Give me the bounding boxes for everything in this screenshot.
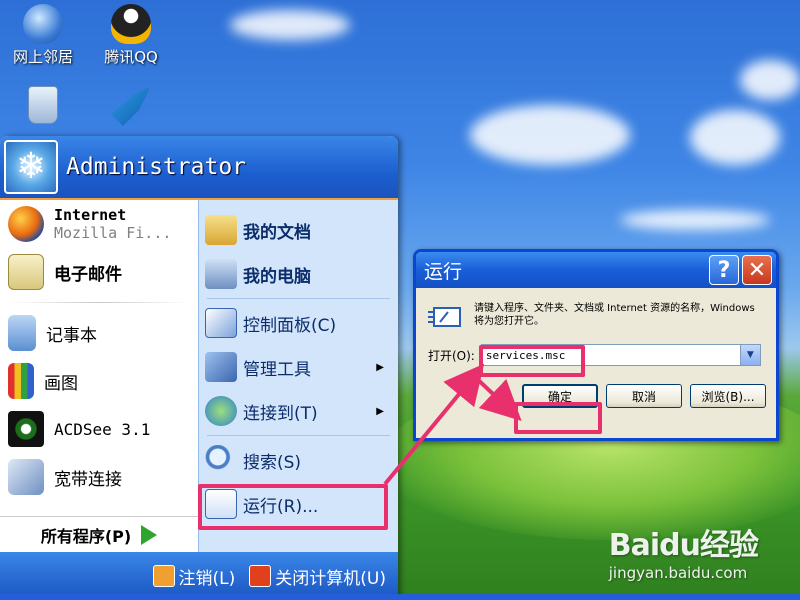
watermark-logo: Baidu经验 [608,528,759,563]
arrow-to-ok [472,374,522,421]
taskbar [0,594,800,600]
annotation-arrows [383,363,522,486]
watermark-url: jingyan.baidu.com [608,564,748,582]
arrow-to-input [383,363,485,486]
baidu-watermark: Baidu经验 jingyan.baidu.com [608,520,759,582]
